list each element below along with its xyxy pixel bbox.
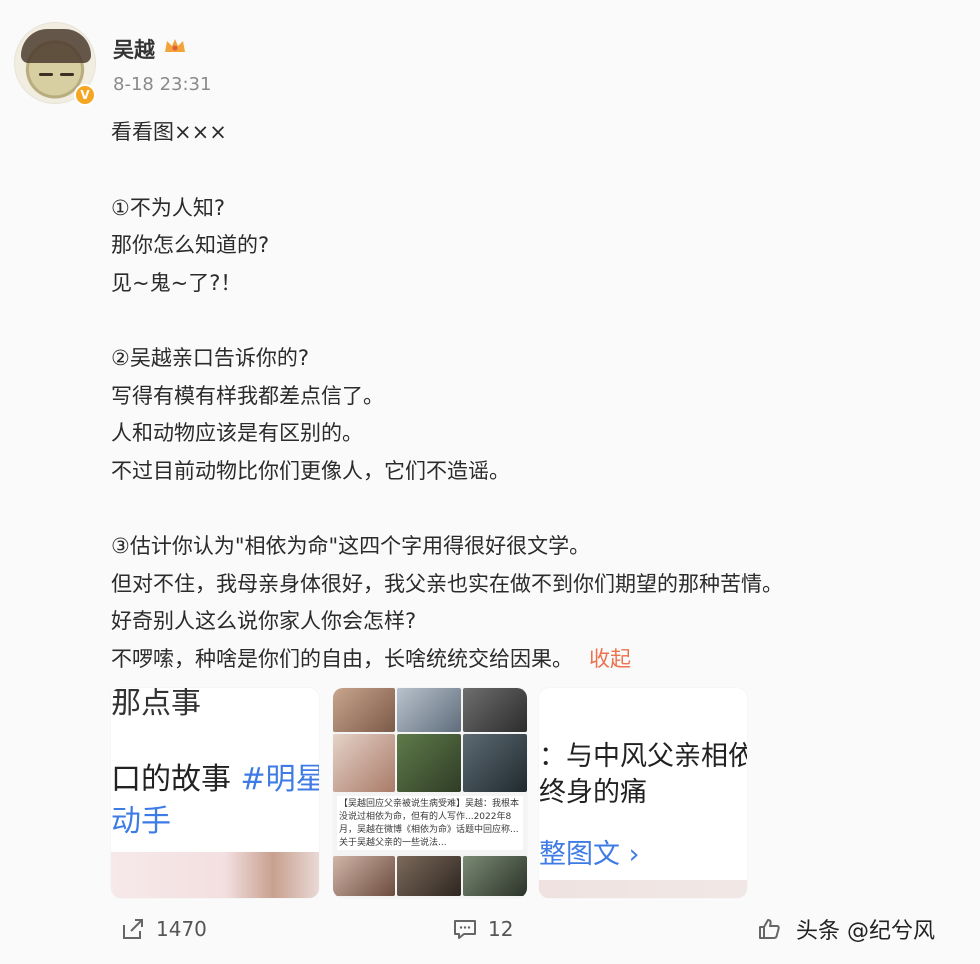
post-line: ③估计你认为"相依为命"这四个字用得很好很文学。 [111,534,591,558]
thumbs-up-icon [759,919,780,939]
post-content: 看看图××× ①不为人知? 那你怎么知道的? 见~鬼~了?！ ②吴越亲口告诉你的… [111,114,931,678]
share-count: 1470 [156,917,207,941]
comment-count: 12 [488,917,514,941]
photo-thumb [463,856,527,896]
card2-caption: 【吴越回应父亲被说生病受难】吴越：我根本没说过相依为命，但有的人写作...202… [337,796,523,850]
photo-thumb [463,734,527,792]
collapse-link[interactable]: 收起 [589,647,631,671]
card3-photo-strip [539,880,747,898]
author-name[interactable]: 吴越 [113,34,155,64]
like-button[interactable] [756,912,792,946]
watermark: 头条 @纪兮风 [796,919,935,944]
card1-subline: 动手 [111,804,171,839]
post-line-last: 不啰嗦，种啥是你们的自由，长啥统统交给因果。 收起 [111,641,931,679]
card1-headline: 口的故事 #明星 [111,754,319,798]
post-line-text: 不啰嗦，种啥是你们的自由，长啥统统交给因果。 [111,646,573,671]
post-line: 好奇别人这么说你家人你会怎样? [111,609,417,633]
post-line: ②吴越亲口告诉你的? [111,346,309,370]
card1-text: 的故事 [141,762,231,797]
avatar-eye [60,73,74,76]
card3-headline: ：与中风父亲相依 [539,741,747,772]
share-icon [123,919,143,939]
post-line: 那你怎么知道的? [111,233,270,257]
avatar-hair [21,29,91,63]
avatar-eye [39,73,53,76]
card1-photo-strip [111,852,319,898]
post-line: 见~鬼~了?！ [111,270,242,295]
post-line: 不过目前动物比你们更像人，它们不造谣。 [111,458,510,483]
photo-thumb [397,856,461,896]
card3-view-full-link[interactable]: 整图文 › [539,832,639,871]
card3-subline: 终身的痛 [539,777,647,808]
card1-top-text: 那点事 [111,688,201,721]
photo-thumb [333,856,395,896]
post-line: 人和动物应该是有区别的。 [111,421,363,445]
photo-thumb [333,734,395,792]
crown-icon [165,39,185,52]
comment-button[interactable]: 12 [452,912,513,946]
post-timestamp: 8-18 23:31 [113,74,212,95]
image-grid: 那点事 口的故事 #明星 动手 【吴越回应父亲被说生病受难】吴越：我根本没说过相… [111,688,751,900]
photo-thumb [333,688,395,732]
comment-icon [454,920,476,939]
post-line: 但对不住，我母亲身体很好，我父亲也实在做不到你们期望的那种苦情。 [111,571,783,596]
image-card-1[interactable]: 那点事 口的故事 #明星 动手 [111,688,319,898]
post-line: 看看图××× [111,120,227,144]
post-line: ①不为人知? [111,195,225,220]
photo-thumb [397,688,461,732]
image-card-2[interactable]: 【吴越回应父亲被说生病受难】吴越：我根本没说过相依为命，但有的人写作...202… [333,688,527,898]
image-card-3[interactable]: ：与中风父亲相依 终身的痛 整图文 › [539,688,747,898]
post-line: 写得有模有样我都差点信了。 [111,383,384,408]
photo-thumb [397,734,461,792]
card1-hashtag[interactable]: #明星 [241,762,319,797]
card1-prefix: 口 [111,762,141,797]
share-button[interactable]: 1470 [120,912,207,946]
verified-badge-icon: V [74,84,96,106]
photo-thumb [463,688,527,732]
